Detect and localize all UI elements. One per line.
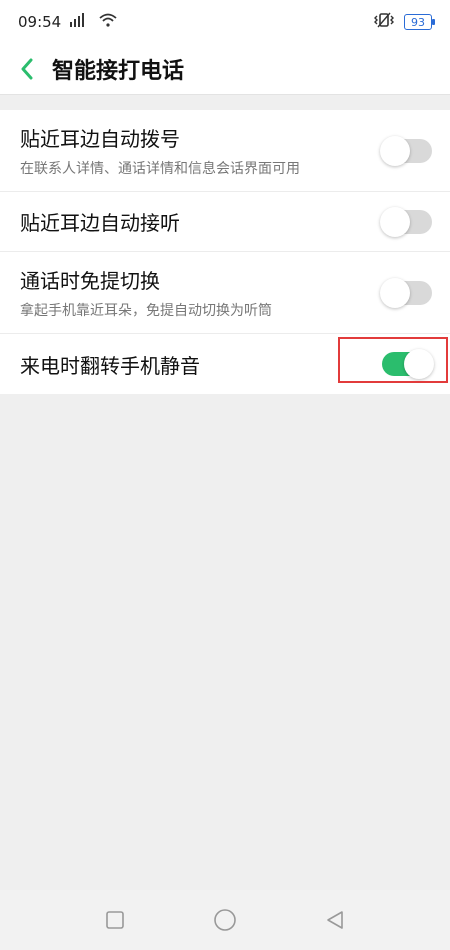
signal-icon xyxy=(69,13,91,31)
back-triangle-icon[interactable] xyxy=(320,905,350,935)
toggle-knob xyxy=(380,206,410,237)
toggle-knob xyxy=(380,277,410,308)
battery-icon: 93 xyxy=(404,14,435,30)
setting-text: 贴近耳边自动接听 xyxy=(20,207,180,236)
highlight-box xyxy=(338,337,448,383)
setting-subtitle: 在联系人详情、通话详情和信息会话界面可用 xyxy=(20,161,300,177)
header-divider xyxy=(0,94,450,110)
settings-list: 贴近耳边自动拨号 在联系人详情、通话详情和信息会话界面可用 贴近耳边自动接听 通… xyxy=(0,110,450,394)
status-right: 93 xyxy=(374,12,435,32)
setting-text: 贴近耳边自动拨号 在联系人详情、通话详情和信息会话界面可用 xyxy=(20,123,300,178)
recent-apps-icon[interactable] xyxy=(100,905,130,935)
setting-row-flip-mute[interactable]: 来电时翻转手机静音 xyxy=(0,334,450,394)
app-header: 智能接打电话 xyxy=(0,44,450,94)
speaker-switch-toggle[interactable] xyxy=(380,277,432,308)
page-title: 智能接打电话 xyxy=(52,59,185,84)
wifi-icon xyxy=(99,13,117,31)
setting-text: 通话时免提切换 拿起手机靠近耳朵，免提自动切换为听筒 xyxy=(20,265,272,320)
setting-row-speaker-switch[interactable]: 通话时免提切换 拿起手机靠近耳朵，免提自动切换为听筒 xyxy=(0,252,450,334)
toggle-knob xyxy=(380,135,410,166)
setting-title: 贴近耳边自动接听 xyxy=(20,211,180,235)
setting-subtitle: 拿起手机靠近耳朵，免提自动切换为听筒 xyxy=(20,303,272,319)
home-icon[interactable] xyxy=(210,905,240,935)
setting-row-auto-dial[interactable]: 贴近耳边自动拨号 在联系人详情、通话详情和信息会话界面可用 xyxy=(0,110,450,192)
navigation-bar xyxy=(0,890,450,950)
status-time: 09:54 xyxy=(18,13,62,31)
back-arrow-icon[interactable] xyxy=(16,58,38,80)
auto-answer-toggle[interactable] xyxy=(380,206,432,237)
setting-text: 来电时翻转手机静音 xyxy=(20,350,200,379)
battery-level: 93 xyxy=(411,15,425,29)
setting-row-auto-answer[interactable]: 贴近耳边自动接听 xyxy=(0,192,450,252)
setting-title: 通话时免提切换 xyxy=(20,269,160,293)
status-left: 09:54 xyxy=(18,13,117,31)
auto-dial-toggle[interactable] xyxy=(380,135,432,166)
status-bar: 09:54 93 xyxy=(0,0,450,44)
vibrate-icon xyxy=(374,12,394,32)
setting-title: 贴近耳边自动拨号 xyxy=(20,127,180,151)
setting-title: 来电时翻转手机静音 xyxy=(20,353,200,378)
